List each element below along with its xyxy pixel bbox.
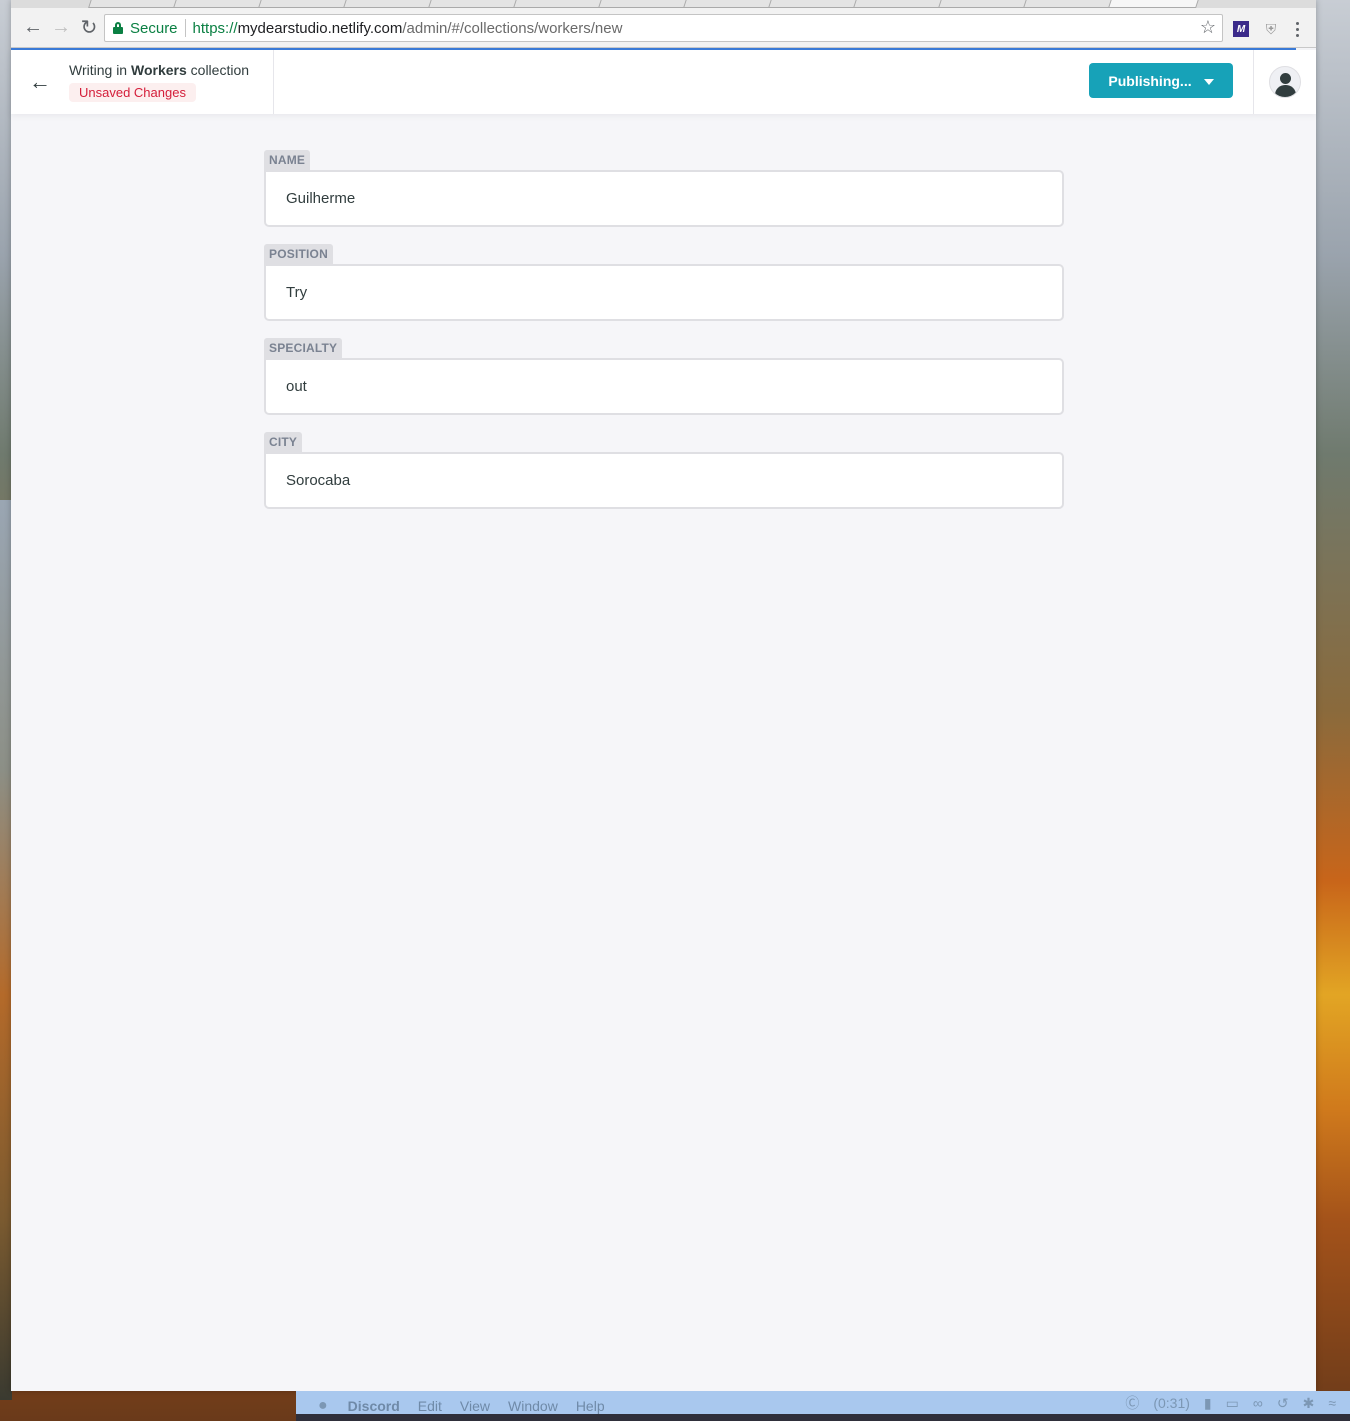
title-prefix: Writing in [69, 62, 128, 78]
publish-label: Publishing... [1108, 72, 1192, 89]
airplay-icon[interactable]: ▭ [1226, 1395, 1239, 1412]
shield-extension-icon[interactable]: ⛨ [1263, 20, 1279, 38]
browser-tab[interactable] [258, 0, 352, 8]
editor-header: ← Writing in Workers collection Unsaved … [11, 50, 1316, 114]
browser-tab[interactable] [1023, 0, 1117, 8]
browser-tab[interactable] [513, 0, 607, 8]
browser-tab[interactable] [768, 0, 862, 8]
address-bar[interactable]: Secure https://mydearstudio.netlify.com /… [104, 14, 1223, 42]
wifi-icon[interactable]: ≈ [1328, 1395, 1336, 1411]
battery-time: (0:31) [1153, 1395, 1190, 1411]
title-suffix: collection [190, 62, 250, 78]
avatar-area [1253, 50, 1316, 114]
bookmark-star-icon[interactable]: ☆ [1200, 17, 1216, 38]
bluetooth-icon[interactable]: ✱ [1303, 1395, 1315, 1412]
arrow-left-icon[interactable]: ← [29, 71, 51, 93]
extension-icon[interactable]: M [1233, 21, 1249, 37]
collection-name: Workers [130, 62, 187, 78]
dock-edge [296, 1414, 1350, 1421]
specialty-input[interactable] [264, 358, 1064, 415]
field-label: SPECIALTY [264, 338, 343, 358]
field-label: POSITION [264, 244, 333, 264]
reload-icon[interactable]: ↻ [75, 14, 103, 42]
field-city: CITY [264, 432, 1064, 509]
collection-info: Writing in Workers collection Unsaved Ch… [69, 62, 249, 102]
caret-down-icon [1203, 78, 1214, 85]
browser-tab[interactable] [938, 0, 1032, 8]
browser-tab[interactable] [683, 0, 777, 8]
back-to-collection[interactable]: ← Writing in Workers collection Unsaved … [11, 50, 274, 114]
field-label: NAME [264, 150, 311, 170]
field-specialty: SPECIALTY [264, 338, 1064, 415]
tab-strip [11, 0, 1316, 8]
glasses-icon[interactable]: ∞ [1253, 1395, 1263, 1411]
entry-editor: NAME POSITION SPECIALTY CITY [264, 150, 1064, 526]
menu-app-discord[interactable]: Discord [348, 1398, 400, 1414]
url-path: /admin/#/collections/workers/new [402, 19, 623, 37]
back-icon[interactable]: ← [19, 14, 47, 42]
browser-tab[interactable] [343, 0, 437, 8]
name-input[interactable] [264, 170, 1064, 227]
browser-tab[interactable] [853, 0, 947, 8]
browser-toolbar: ← → ↻ Secure https://mydearstudio.netlif… [11, 8, 1316, 48]
position-input[interactable] [264, 264, 1064, 321]
browser-tab[interactable] [88, 0, 182, 8]
url-protocol: https:// [192, 19, 238, 37]
lock-icon [113, 22, 123, 34]
field-label: CITY [264, 432, 303, 452]
publish-button[interactable]: Publishing... [1089, 63, 1233, 98]
address-separator [184, 19, 186, 37]
browser-tab[interactable] [598, 0, 692, 8]
menu-help[interactable]: Help [576, 1398, 605, 1414]
user-avatar-icon[interactable] [1269, 66, 1301, 98]
city-input[interactable] [264, 452, 1064, 509]
apple-icon[interactable]: ● [318, 1397, 328, 1415]
menu-edit[interactable]: Edit [418, 1398, 442, 1414]
field-position: POSITION [264, 244, 1064, 321]
menu-view[interactable]: View [460, 1398, 490, 1414]
browser-window: ← → ↻ Secure https://mydearstudio.netlif… [11, 0, 1316, 1391]
forward-icon[interactable]: → [47, 14, 75, 42]
battery-icon[interactable]: ▮ [1204, 1395, 1212, 1412]
browser-tab[interactable] [173, 0, 267, 8]
browser-tab[interactable] [428, 0, 522, 8]
unsaved-changes-badge: Unsaved Changes [69, 83, 196, 102]
url-host: mydearstudio.netlify.com [237, 19, 403, 37]
menubar-status-area: Ⓒ (0:31) ▮ ▭ ∞ ↺ ✱ ≈ [1125, 1391, 1336, 1415]
secure-label: Secure [130, 19, 178, 37]
time-machine-icon[interactable]: ↺ [1277, 1395, 1289, 1412]
browser-menu-icon[interactable] [1292, 18, 1302, 40]
menu-window[interactable]: Window [508, 1398, 558, 1414]
skype-icon[interactable]: Ⓒ [1125, 1393, 1139, 1413]
collection-title: Writing in Workers collection [69, 62, 249, 78]
field-name: NAME [264, 150, 1064, 227]
browser-tab-active[interactable] [1108, 0, 1202, 8]
